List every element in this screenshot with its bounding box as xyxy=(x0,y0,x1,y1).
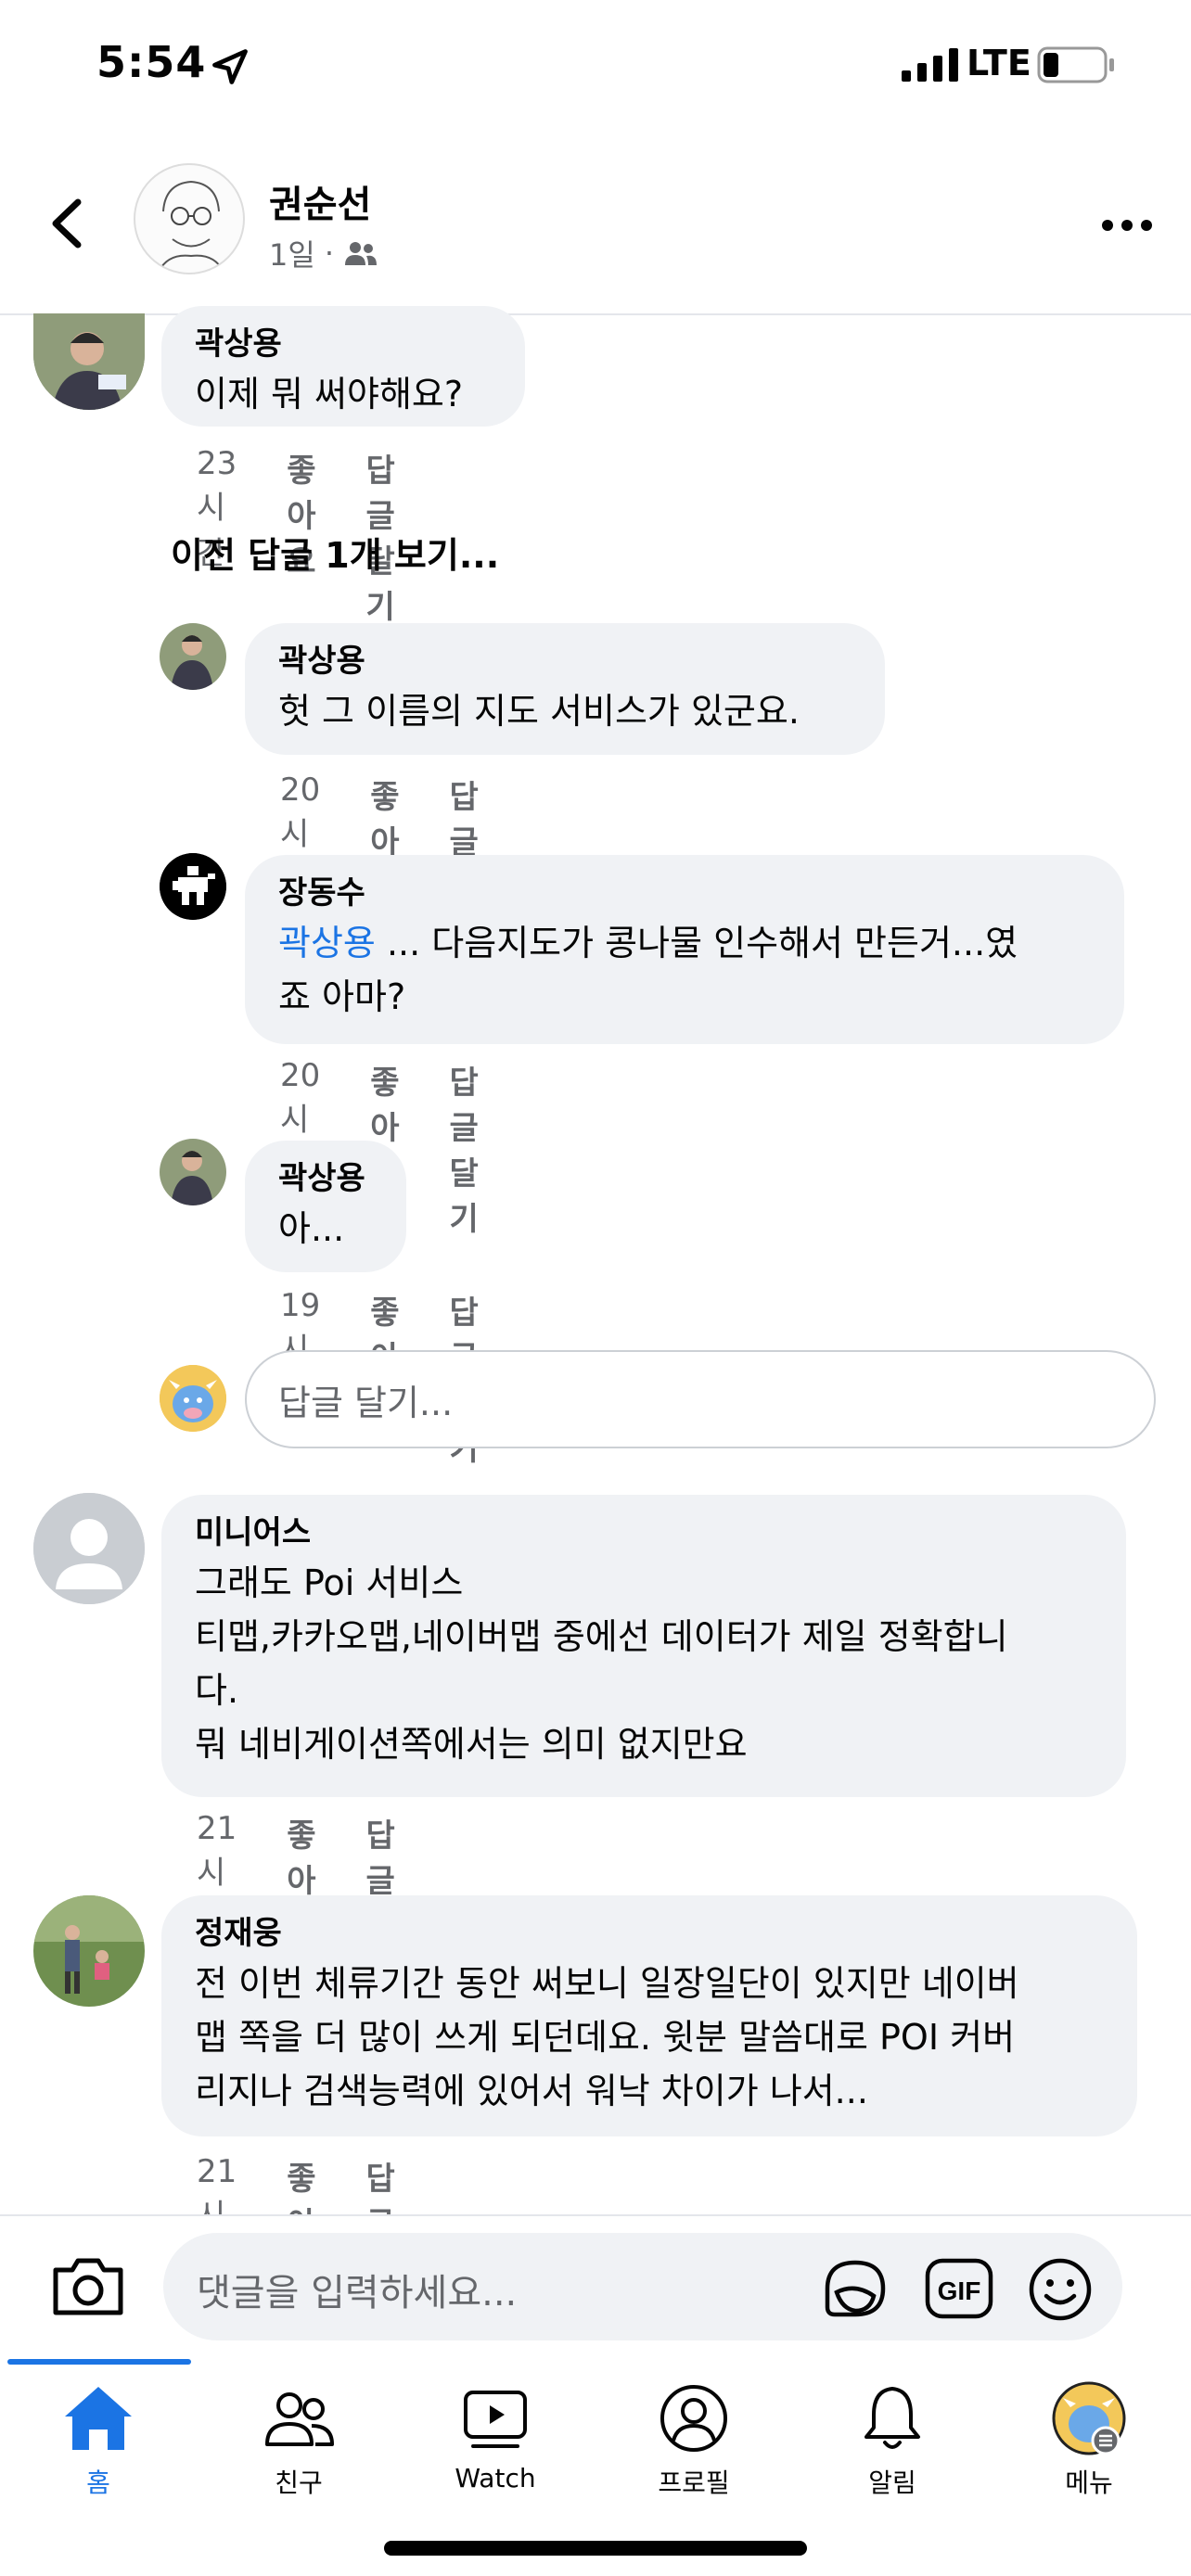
comment-text: 전 이번 체류기간 동안 써보니 일장일단이 있지만 네이버 맵 쪽을 더 많이… xyxy=(195,1963,1019,2111)
bell-icon xyxy=(864,2387,920,2449)
reply-bubble[interactable]: 곽상용 헛 그 이름의 지도 서비스가 있군요. xyxy=(245,623,885,755)
reply-author[interactable]: 장동수 xyxy=(278,870,1091,916)
reply-text: 아... xyxy=(278,1208,345,1249)
meta-separator: · xyxy=(324,236,334,271)
watch-icon xyxy=(464,2391,527,2448)
more-options-button[interactable] xyxy=(1095,202,1159,249)
default-avatar-icon xyxy=(33,1493,145,1604)
post-meta: 1일 · xyxy=(269,232,378,274)
comment-bubble[interactable]: 곽상용 이제 뭐 써야해요? xyxy=(161,306,525,427)
person-photo-icon xyxy=(33,313,145,410)
camera-button[interactable] xyxy=(50,2253,126,2318)
commenter-avatar[interactable] xyxy=(160,623,226,690)
comment-bubble[interactable]: 정재웅 전 이번 체류기간 동안 써보니 일장일단이 있지만 네이버 맵 쪽을 … xyxy=(161,1895,1137,2136)
reply-text: 곽상용 ... 다음지도가 콩나물 인수해서 만든거...였 죠 아마? xyxy=(278,916,1091,1024)
post-header: 권순선 1일 · xyxy=(0,139,1191,315)
gif-button[interactable]: GIF xyxy=(922,2255,996,2322)
active-tab-indicator xyxy=(7,2359,191,2365)
current-user-avatar xyxy=(160,1365,226,1432)
commenter-avatar[interactable] xyxy=(33,313,145,410)
tab-label: Watch xyxy=(455,2463,536,2493)
reply-input[interactable]: 답글 달기... xyxy=(245,1350,1156,1448)
mention-link[interactable]: 곽상용 xyxy=(278,923,376,963)
reply-author[interactable]: 곽상용 xyxy=(278,1155,373,1202)
tab-label: 알림 xyxy=(868,2468,916,2498)
comment-text: 이제 뭐 써야해요? xyxy=(195,374,464,414)
cartoon-cow-icon xyxy=(160,1365,226,1432)
comment-composer: 댓글을 입력하세요... GIF xyxy=(0,2214,1191,2353)
sketch-portrait-icon xyxy=(158,180,224,273)
tab-friends[interactable]: 친구 xyxy=(215,2379,382,2519)
comment-author[interactable]: 정재웅 xyxy=(195,1910,1104,1957)
author-avatar[interactable] xyxy=(134,163,245,274)
tab-menu[interactable]: 메뉴 xyxy=(1005,2379,1172,2519)
tab-watch[interactable]: Watch xyxy=(412,2379,579,2519)
comment-text: 그래도 Poi 서비스 티맵,카카오맵,네이버맵 중에선 데이터가 제일 정확합… xyxy=(195,1562,1008,1765)
person-photo-icon xyxy=(160,1139,226,1205)
post-author-name[interactable]: 권순선 xyxy=(269,174,371,228)
comment-input-placeholder: 댓글을 입력하세요... xyxy=(197,2272,518,2315)
location-arrow-icon xyxy=(212,49,248,84)
status-bar: 5:54 LTE xyxy=(0,0,1191,139)
back-button[interactable] xyxy=(41,191,96,256)
comment-author[interactable]: 곽상용 xyxy=(195,321,492,367)
sticker-button[interactable] xyxy=(818,2255,892,2322)
network-label: LTE xyxy=(967,43,1031,83)
reply-author[interactable]: 곽상용 xyxy=(278,638,852,684)
commenter-avatar[interactable] xyxy=(33,1895,145,2007)
home-indicator xyxy=(384,2541,807,2556)
commenter-avatar[interactable] xyxy=(160,1139,226,1205)
comment-author[interactable]: 미니어스 xyxy=(195,1510,1093,1556)
commenter-avatar[interactable] xyxy=(33,1493,145,1604)
tab-label: 친구 xyxy=(275,2468,323,2498)
comment-input[interactable]: 댓글을 입력하세요... GIF xyxy=(163,2233,1122,2340)
profile-icon xyxy=(660,2385,727,2452)
tab-label: 메뉴 xyxy=(1065,2468,1113,2498)
tab-notifications[interactable]: 알림 xyxy=(809,2379,976,2519)
tab-home[interactable]: 홈 xyxy=(15,2379,182,2519)
tab-label: 프로필 xyxy=(658,2468,730,2498)
reply-bubble[interactable]: 장동수 곽상용 ... 다음지도가 콩나물 인수해서 만든거...였 죠 아마? xyxy=(245,855,1124,1044)
battery-icon xyxy=(1037,46,1114,83)
friends-audience-icon xyxy=(344,242,377,265)
tab-profile[interactable]: 프로필 xyxy=(610,2379,777,2519)
post-age: 1일 xyxy=(269,237,315,273)
gif-label: GIF xyxy=(938,2276,981,2305)
tab-label: 홈 xyxy=(86,2468,110,2498)
reply-bubble[interactable]: 곽상용 아... xyxy=(245,1141,406,1272)
reply-text: 헛 그 이름의 지도 서비스가 있군요. xyxy=(278,691,800,732)
commenter-avatar[interactable] xyxy=(160,853,226,920)
reply-button[interactable]: 답글 달기 xyxy=(450,1057,479,1239)
comment-bubble[interactable]: 미니어스 그래도 Poi 서비스 티맵,카카오맵,네이버맵 중에선 데이터가 제… xyxy=(161,1495,1126,1797)
signal-icon xyxy=(902,48,958,82)
person-photo-icon xyxy=(160,623,226,690)
outdoor-photo-icon xyxy=(33,1895,145,2007)
pixel-robot-icon xyxy=(160,853,226,920)
reply-input-placeholder: 답글 달기... xyxy=(278,1382,454,1423)
friends-icon xyxy=(265,2392,334,2446)
home-icon xyxy=(65,2387,132,2450)
emoji-button[interactable] xyxy=(1026,2255,1095,2324)
reply-body: ... 다음지도가 콩나물 인수해서 만든거...였 죠 아마? xyxy=(278,923,1018,1017)
menu-icon xyxy=(1052,2381,1126,2455)
status-time: 5:54 xyxy=(96,37,207,87)
view-previous-replies[interactable]: 이전 답글 1개 보기... xyxy=(171,527,499,578)
